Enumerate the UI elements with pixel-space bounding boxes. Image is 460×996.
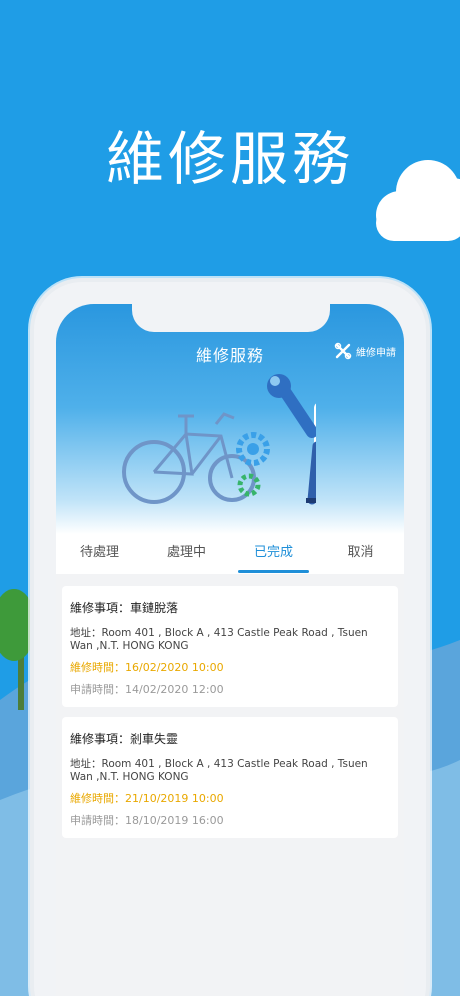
repair-apply-label: 維修申請: [356, 347, 396, 359]
repair-apply-button[interactable]: 維修申請: [334, 342, 396, 360]
wrench-icon: [267, 374, 316, 438]
repair-item: 維修事項：剎車失靈: [70, 732, 179, 746]
repair-item: 維修事項：車鏈脫落: [70, 601, 179, 615]
repair-illustration: [122, 374, 316, 505]
repair-time: 維修時間：21/10/2019 10:00: [70, 792, 224, 805]
repair-time: 維修時間：16/02/2020 10:00: [70, 661, 224, 674]
tab-completed[interactable]: 已完成: [230, 534, 317, 574]
address-text: 地址：Room 401 , Block A , 413 Castle Peak …: [70, 758, 368, 783]
app-screen: 維修服務 維修申請 待處理 處理中 已完成 取消 維修事項：車鏈脫落 地址：Ro…: [56, 304, 404, 996]
tab-processing[interactable]: 處理中: [143, 534, 230, 574]
apply-time: 申請時間：18/10/2019 16:00: [70, 814, 224, 827]
phone-notch: [132, 304, 330, 332]
order-list: 維修事項：車鏈脫落 地址：Room 401 , Block A , 413 Ca…: [56, 576, 404, 838]
wrench-cross-icon: [334, 342, 352, 360]
address-text: 地址：Room 401 , Block A , 413 Castle Peak …: [70, 627, 368, 652]
status-tabs: 待處理 處理中 已完成 取消: [56, 534, 404, 574]
bicycle-icon: [122, 412, 256, 504]
tab-cancelled[interactable]: 取消: [317, 534, 404, 574]
headline: 維修服務: [105, 125, 354, 193]
list-item[interactable]: 維修事項：剎車失靈 地址：Room 401 , Block A , 413 Ca…: [62, 717, 398, 838]
hero-banner: 維修服務 維修申請: [56, 304, 404, 534]
apply-time: 申請時間：14/02/2020 12:00: [70, 683, 224, 696]
tab-pending[interactable]: 待處理: [56, 534, 143, 574]
repairman-icon: [306, 403, 316, 505]
list-item[interactable]: 維修事項：車鏈脫落 地址：Room 401 , Block A , 413 Ca…: [62, 586, 398, 707]
phone-frame: 維修服務 維修申請 待處理 處理中 已完成 取消 維修事項：車鏈脫落 地址：Ro…: [30, 278, 430, 996]
